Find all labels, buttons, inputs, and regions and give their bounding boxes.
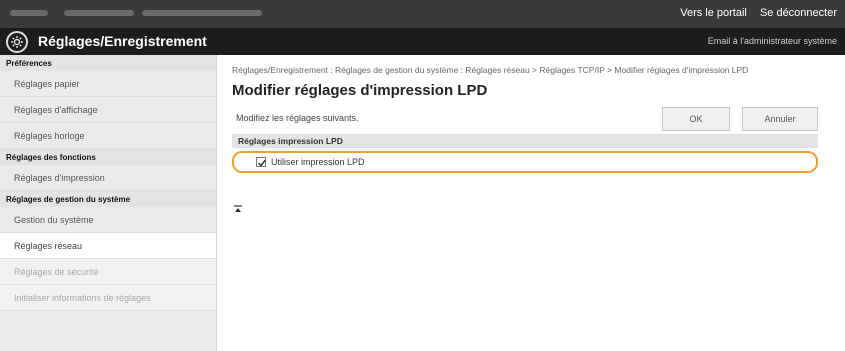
top-links: Vers le portail Se déconnecter [670, 7, 837, 19]
app-title: Réglages/Enregistrement [38, 33, 207, 49]
admin-email-link[interactable]: Email à l'administrateur système [708, 36, 837, 46]
top-bar: Vers le portail Se déconnecter [0, 0, 845, 28]
action-toolbar: Modifiez les réglages suivants. OK Annul… [232, 103, 834, 131]
sidebar: Préférences Réglages papier Réglages d'a… [0, 55, 217, 351]
section-header: Réglages impression LPD [232, 134, 818, 148]
sidebar-item-security[interactable]: Réglages de sécurité [0, 259, 216, 285]
sidebar-item-system-management[interactable]: Gestion du système [0, 207, 216, 233]
use-lpd-checkbox[interactable] [256, 157, 267, 167]
gear-icon [6, 31, 28, 53]
sidebar-section-functions: Réglages des fonctions [0, 149, 216, 165]
sidebar-item-network[interactable]: Réglages réseau [0, 233, 216, 259]
lpd-settings-section: Réglages impression LPD Utiliser impress… [232, 134, 818, 173]
sidebar-item-display[interactable]: Réglages d'affichage [0, 97, 216, 123]
sidebar-section-system-management: Réglages de gestion du système [0, 191, 216, 207]
logout-link[interactable]: Se déconnecter [760, 7, 837, 19]
app-header: Réglages/Enregistrement Email à l'admini… [0, 28, 845, 55]
cancel-button[interactable]: Annuler [742, 107, 818, 131]
sidebar-section-preferences: Préférences [0, 55, 216, 71]
highlighted-option-row: Utiliser impression LPD [232, 151, 818, 173]
ok-button[interactable]: OK [662, 107, 730, 131]
sidebar-item-clock[interactable]: Réglages horloge [0, 123, 216, 149]
blurred-text [10, 10, 48, 16]
sidebar-item-print[interactable]: Réglages d'impression [0, 165, 216, 191]
use-lpd-label: Utiliser impression LPD [271, 157, 365, 167]
main-content: Réglages/Enregistrement : Réglages de ge… [232, 65, 834, 173]
page-title: Modifier réglages d'impression LPD [232, 82, 488, 99]
instruction-text: Modifiez les réglages suivants. [236, 113, 359, 123]
checkmark-icon [257, 159, 267, 167]
blurred-text [64, 10, 134, 16]
portal-link[interactable]: Vers le portail [680, 7, 747, 19]
blurred-text [142, 10, 262, 16]
sidebar-item-reset[interactable]: Initialiser informations de réglages [0, 285, 216, 311]
collapse-icon[interactable] [234, 205, 242, 213]
sidebar-item-paper[interactable]: Réglages papier [0, 71, 216, 97]
breadcrumb: Réglages/Enregistrement : Réglages de ge… [232, 65, 749, 75]
